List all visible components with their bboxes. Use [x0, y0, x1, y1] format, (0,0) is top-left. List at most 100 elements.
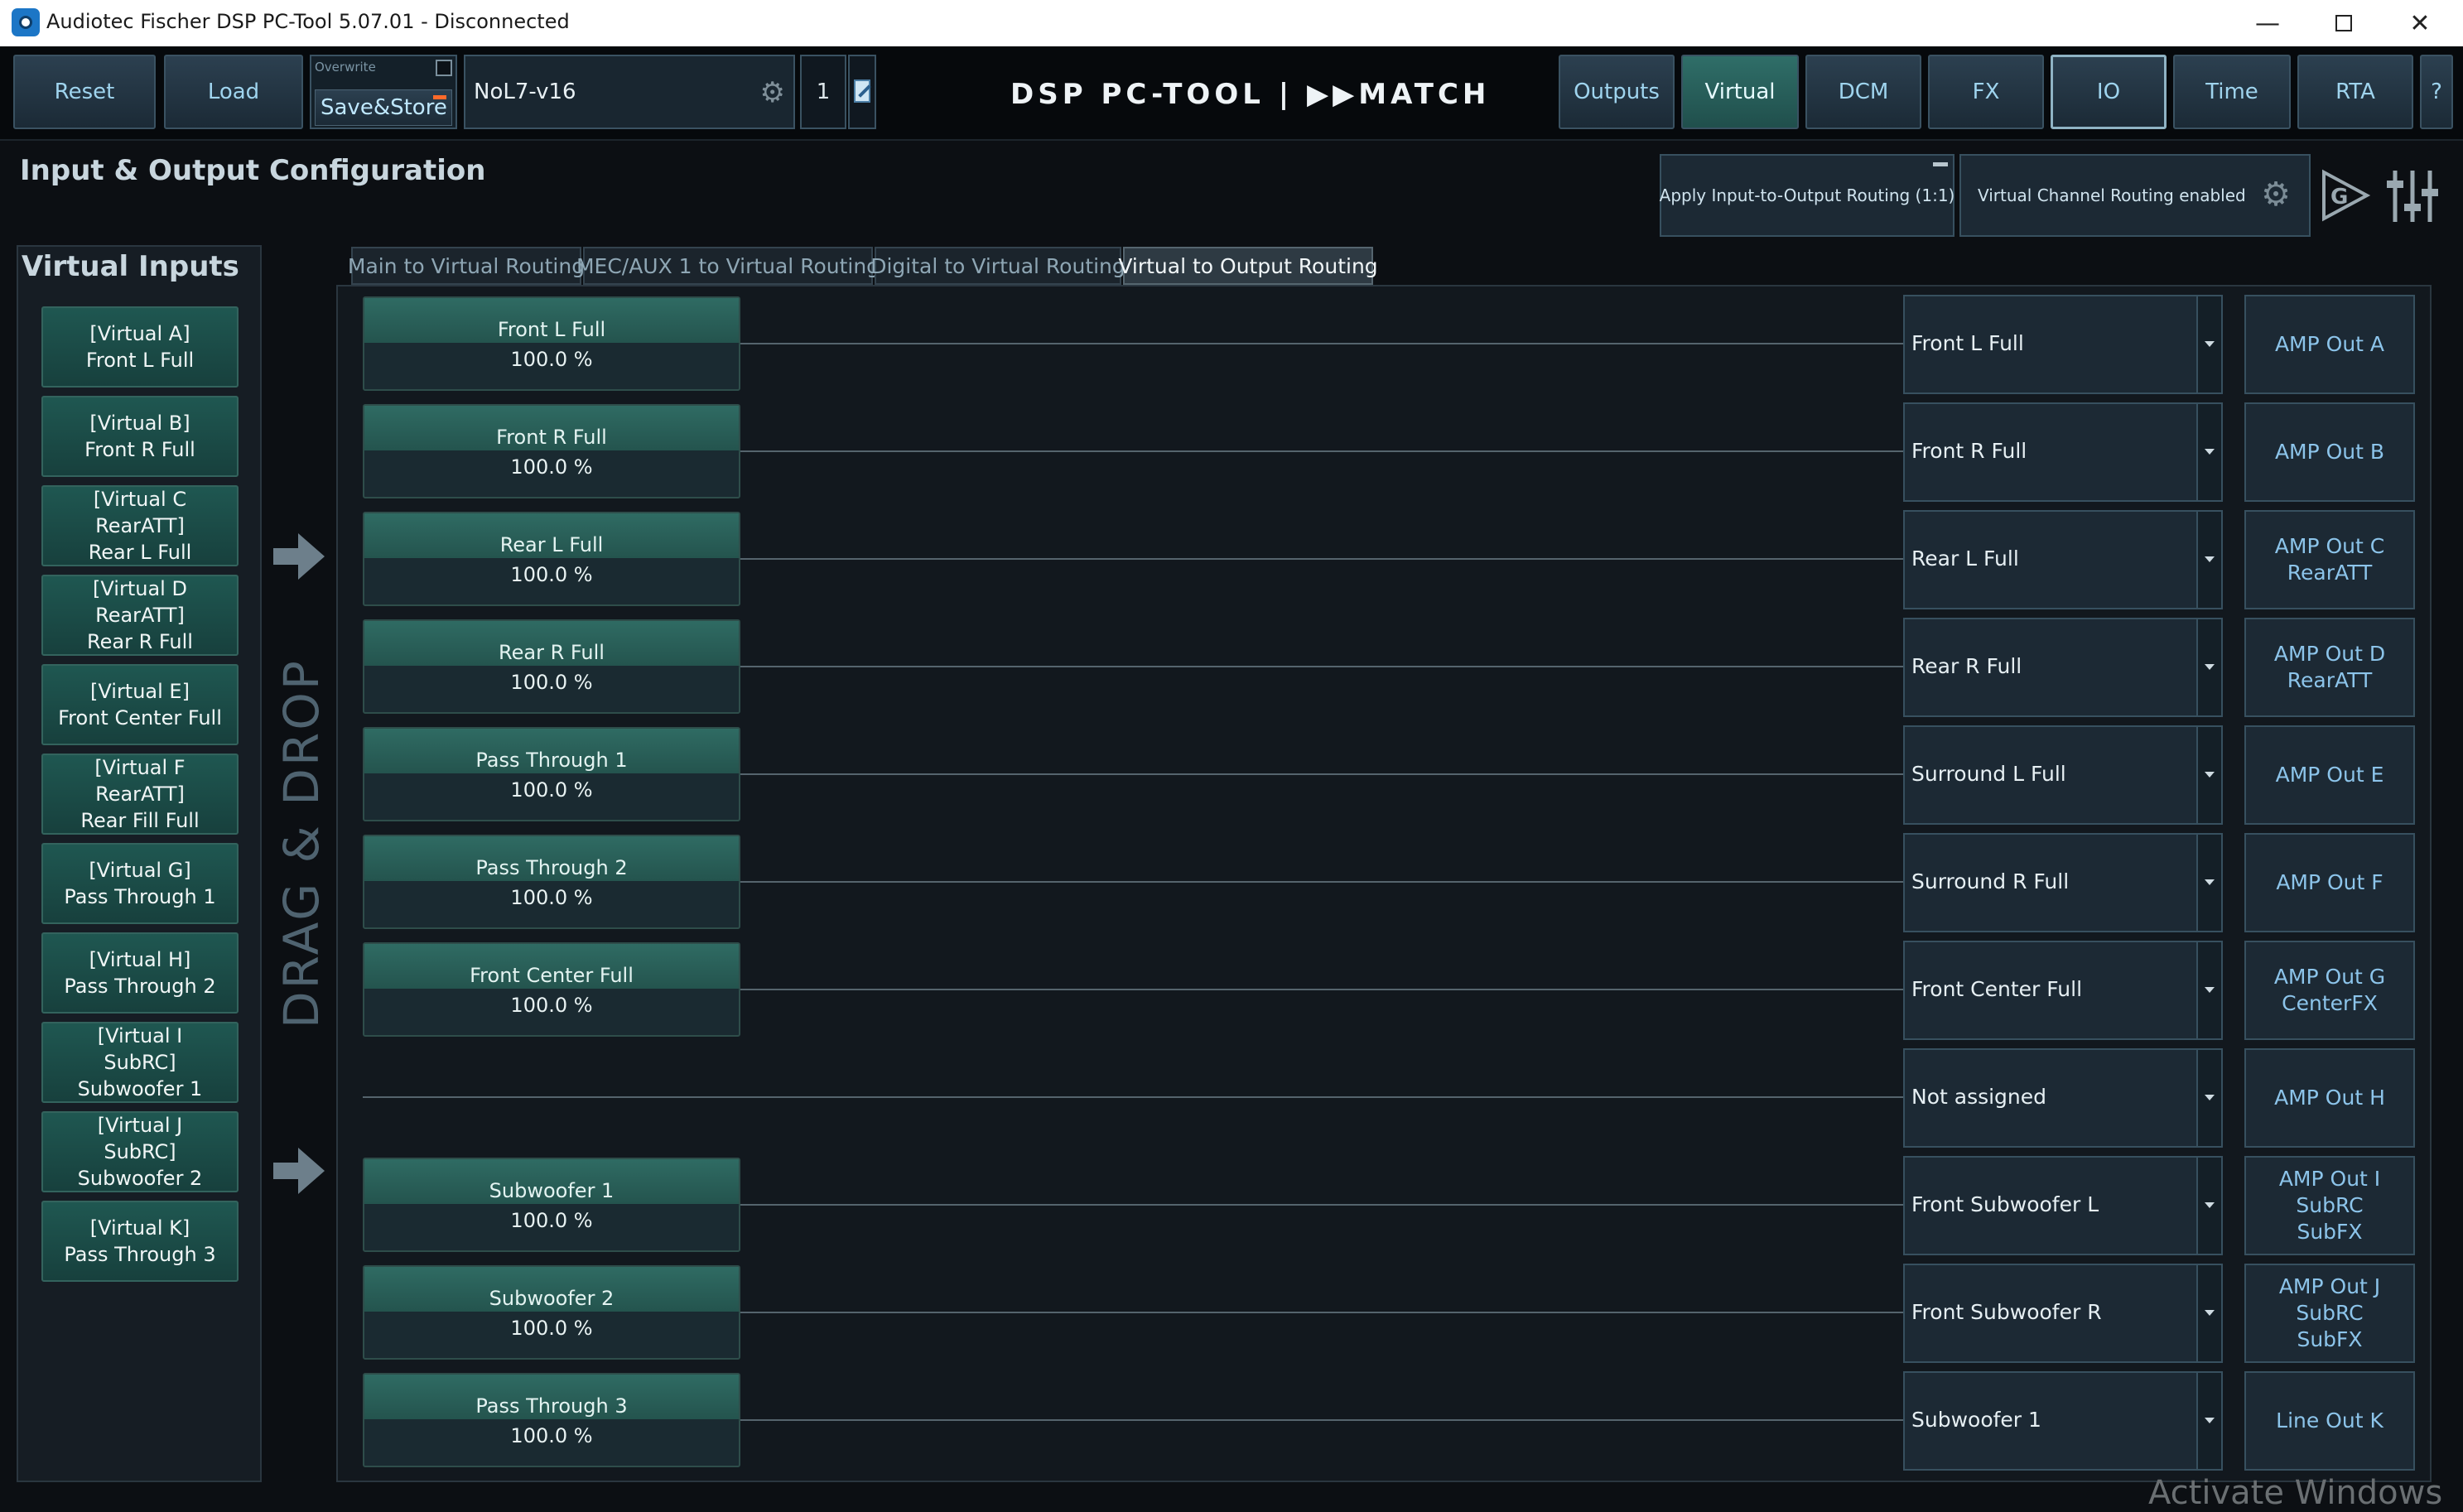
- destination-label: Subwoofer 1: [1911, 1408, 2041, 1432]
- overwrite-checkbox[interactable]: [436, 60, 452, 76]
- virtual-input-item[interactable]: [Virtual E] Front Center Full: [41, 664, 239, 745]
- tab-rta[interactable]: RTA: [2297, 55, 2413, 129]
- overwrite-label: Overwrite: [315, 60, 376, 75]
- routing-source-level: 100.0 %: [510, 1424, 593, 1447]
- destination-dropdown[interactable]: Subwoofer 1: [1903, 1371, 2223, 1471]
- load-button[interactable]: Load: [164, 55, 303, 129]
- sliders-icon[interactable]: [2385, 162, 2440, 229]
- virtual-input-item[interactable]: [Virtual A] Front L Full: [41, 306, 239, 388]
- destination-dropdown[interactable]: Not assigned: [1903, 1048, 2223, 1148]
- page-title: Input & Output Configuration: [20, 154, 486, 187]
- output-channel: Line Out K: [2244, 1371, 2415, 1471]
- play-g-icon[interactable]: G: [2319, 162, 2372, 229]
- virtual-input-line: SubRC]: [104, 1051, 176, 1074]
- tab-digital-to-virtual[interactable]: Digital to Virtual Routing: [870, 247, 1125, 285]
- tab-mec-aux-to-virtual[interactable]: MEC/AUX 1 to Virtual Routing: [576, 247, 880, 285]
- close-button[interactable]: ✕: [2382, 0, 2458, 46]
- dropdown-arrow-button[interactable]: [2196, 512, 2221, 608]
- preset-name: NoL7-v16: [474, 79, 576, 104]
- routing-source[interactable]: Subwoofer 2 100.0 %: [363, 1265, 740, 1360]
- output-channel-line: AMP Out D: [2273, 642, 2386, 666]
- dropdown-arrow-button[interactable]: [2196, 835, 2221, 931]
- dropdown-arrow-button[interactable]: [2196, 619, 2221, 715]
- tab-dcm[interactable]: DCM: [1805, 55, 1921, 129]
- dropdown-arrow-button[interactable]: [2196, 1373, 2221, 1469]
- routing-source[interactable]: Front Center Full 100.0 %: [363, 942, 740, 1037]
- virtual-input-item[interactable]: [Virtual F RearATT] Rear Fill Full: [41, 754, 239, 835]
- output-channel-line: SubRC: [2296, 1301, 2364, 1325]
- virtual-input-item[interactable]: [Virtual B] Front R Full: [41, 396, 239, 477]
- output-channel: AMP Out H: [2244, 1048, 2415, 1148]
- destination-dropdown[interactable]: Rear L Full: [1903, 510, 2223, 609]
- destination-dropdown[interactable]: Front Center Full: [1903, 941, 2223, 1040]
- save-store-button[interactable]: Save&Store: [315, 89, 452, 126]
- dropdown-arrow-button[interactable]: [2196, 296, 2221, 392]
- window-title: Audiotec Fischer DSP PC-Tool 5.07.01 - D…: [46, 10, 570, 33]
- reset-button[interactable]: Reset: [13, 55, 156, 129]
- preset-selector[interactable]: NoL7-v16 ⚙: [464, 55, 795, 129]
- routing-source[interactable]: Pass Through 3 100.0 %: [363, 1373, 740, 1467]
- virtual-input-line: [Virtual C: [93, 488, 187, 511]
- routing-source[interactable]: Rear R Full 100.0 %: [363, 619, 740, 714]
- output-channel-line: AMP Out C: [2274, 534, 2385, 558]
- title-bar: Audiotec Fischer DSP PC-Tool 5.07.01 - D…: [0, 0, 2463, 46]
- save-indicator: [433, 95, 446, 99]
- dropdown-arrow-button[interactable]: [2196, 404, 2221, 500]
- virtual-input-line: [Virtual H]: [89, 948, 191, 971]
- destination-dropdown[interactable]: Front Subwoofer L: [1903, 1156, 2223, 1255]
- toolbar: Reset Load Overwrite Save&Store NoL7-v16…: [0, 46, 2463, 141]
- virtual-input-line: Front Center Full: [58, 706, 222, 730]
- output-channel-line: AMP Out B: [2274, 440, 2385, 464]
- virtual-input-item[interactable]: [Virtual I SubRC] Subwoofer 1: [41, 1022, 239, 1103]
- routing-source-name: Rear L Full: [364, 513, 739, 558]
- virtual-input-item[interactable]: [Virtual K] Pass Through 3: [41, 1201, 239, 1282]
- drag-drop-label: DRAG & DROP: [273, 658, 330, 1028]
- virtual-routing-toggle[interactable]: Virtual Channel Routing enabled ⚙: [1959, 154, 2311, 237]
- destination-dropdown[interactable]: Surround L Full: [1903, 725, 2223, 825]
- routing-source[interactable]: Front L Full 100.0 %: [363, 296, 740, 391]
- tab-virtual-to-output[interactable]: Virtual to Output Routing: [1118, 247, 1378, 285]
- virtual-input-line: RearATT]: [95, 782, 185, 806]
- virtual-input-item[interactable]: [Virtual D RearATT] Rear R Full: [41, 575, 239, 656]
- dropdown-arrow-button[interactable]: [2196, 727, 2221, 823]
- destination-dropdown[interactable]: Surround R Full: [1903, 833, 2223, 932]
- virtual-input-item[interactable]: [Virtual H] Pass Through 2: [41, 932, 239, 1014]
- dropdown-arrow-button[interactable]: [2196, 1265, 2221, 1361]
- tab-fx[interactable]: FX: [1928, 55, 2044, 129]
- gear-icon[interactable]: ⚙: [760, 76, 785, 109]
- tab-main-to-virtual[interactable]: Main to Virtual Routing: [348, 247, 585, 285]
- minimize-button[interactable]: —: [2229, 0, 2306, 46]
- routing-line: [740, 1419, 1905, 1421]
- help-button[interactable]: ?: [2420, 55, 2453, 129]
- output-channel: AMP Out B: [2244, 402, 2415, 502]
- edit-preset-button[interactable]: [848, 55, 876, 129]
- destination-dropdown[interactable]: Front Subwoofer R: [1903, 1264, 2223, 1363]
- routing-source[interactable]: Pass Through 2 100.0 %: [363, 835, 740, 929]
- routing-source[interactable]: Subwoofer 1 100.0 %: [363, 1158, 740, 1252]
- destination-label: Front Subwoofer L: [1911, 1192, 2099, 1216]
- destination-dropdown[interactable]: Rear R Full: [1903, 618, 2223, 717]
- destination-label: Surround R Full: [1911, 869, 2070, 893]
- virtual-input-item[interactable]: [Virtual C RearATT] Rear L Full: [41, 485, 239, 566]
- destination-dropdown[interactable]: Front R Full: [1903, 402, 2223, 502]
- virtual-input-item[interactable]: [Virtual G] Pass Through 1: [41, 843, 239, 924]
- routing-source[interactable]: Rear L Full 100.0 %: [363, 512, 740, 606]
- apply-routing-button[interactable]: Apply Input-to-Output Routing (1:1): [1660, 154, 1954, 237]
- output-channel-line: SubRC: [2296, 1193, 2364, 1217]
- routing-source[interactable]: Pass Through 1 100.0 %: [363, 727, 740, 821]
- routing-source-level: 100.0 %: [510, 994, 593, 1017]
- tab-virtual[interactable]: Virtual: [1681, 55, 1799, 129]
- routing-source[interactable]: Front R Full 100.0 %: [363, 404, 740, 498]
- tab-time[interactable]: Time: [2173, 55, 2291, 129]
- dropdown-arrow-button[interactable]: [2196, 1050, 2221, 1146]
- maximize-button[interactable]: [2306, 0, 2382, 46]
- tab-io[interactable]: IO: [2051, 55, 2167, 129]
- virtual-input-item[interactable]: [Virtual J SubRC] Subwoofer 2: [41, 1111, 239, 1192]
- routing-source-name: Subwoofer 1: [364, 1159, 739, 1204]
- tab-outputs[interactable]: Outputs: [1559, 55, 1675, 129]
- destination-dropdown[interactable]: Front L Full: [1903, 295, 2223, 394]
- dropdown-arrow-button[interactable]: [2196, 942, 2221, 1038]
- dropdown-arrow-button[interactable]: [2196, 1158, 2221, 1254]
- output-channel-line: Line Out K: [2276, 1408, 2383, 1433]
- gear-icon[interactable]: ⚙: [2261, 176, 2291, 214]
